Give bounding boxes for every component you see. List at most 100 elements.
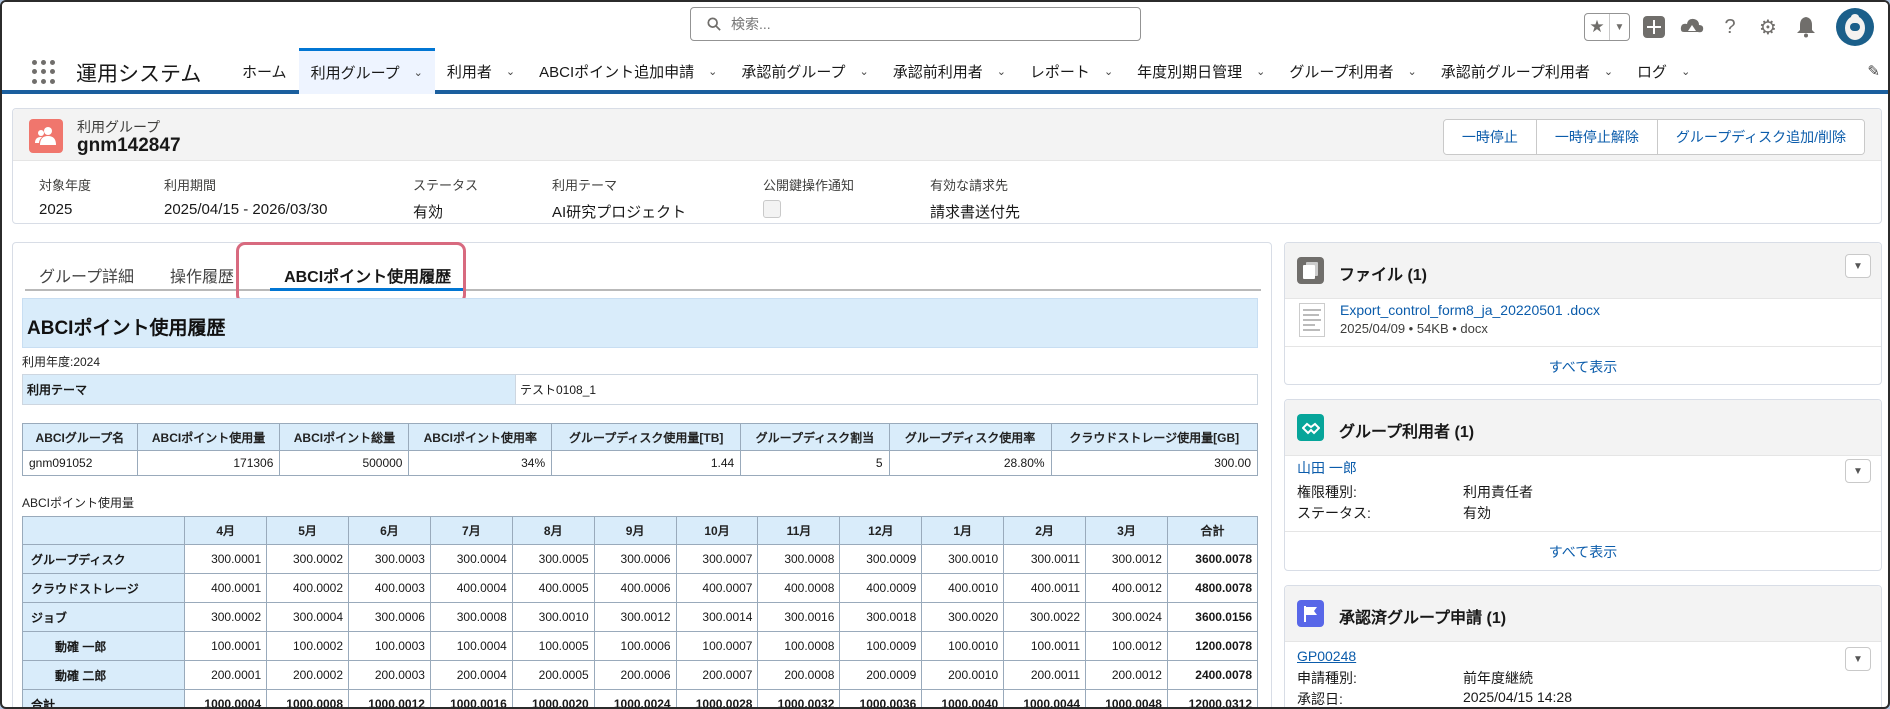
user-avatar[interactable]: [1836, 8, 1874, 46]
month-column-header: 10月: [675, 516, 759, 545]
file-link[interactable]: Export_control_form8_ja_20220501 .docx: [1340, 302, 1600, 318]
abci-point-report: ABCIポイント使用履歴 利用年度:2024 利用テーマ テスト0108_1 A…: [22, 298, 1258, 707]
nav-tab-2[interactable]: 利用者 ⌄: [435, 48, 527, 94]
nav-tab-4[interactable]: 承認前グループ ⌄: [729, 48, 880, 94]
usage-cell: 1000.0028: [675, 689, 759, 707]
month-column-header: 1月: [921, 516, 1005, 545]
summary-cell: 34%: [408, 450, 553, 476]
chevron-down-icon[interactable]: ⌄: [997, 65, 1006, 78]
chevron-down-icon[interactable]: ⌄: [1681, 65, 1690, 78]
tab-group-details[interactable]: グループ詳細: [25, 257, 148, 291]
field-billing-address: 有効な請求先 請求書送付先: [930, 178, 1021, 221]
usage-cell: 100.0009: [839, 631, 923, 661]
approval-date-label: 承認日:: [1297, 691, 1343, 707]
abci-monthly-usage-table: 4月 5月 6月 7月 8月 9月 10月 11月 12月 1月 2月 3月 合計 グループディスク 30…: [22, 516, 1258, 707]
trailhead-cloud-icon[interactable]: [1678, 13, 1706, 41]
tab-operation-history[interactable]: 操作履歴: [156, 257, 248, 291]
flag-icon: [1297, 600, 1324, 627]
chevron-down-icon[interactable]: ⌄: [708, 65, 717, 78]
usage-cell: 1000.0036: [839, 689, 923, 707]
summary-column-header: グループディスク使用率: [888, 423, 1052, 451]
nav-tab-1[interactable]: 利用グループ ⌄: [298, 48, 435, 94]
group-user-status-value: 有効: [1463, 505, 1491, 521]
nav-tab-list: ホーム 利用グループ ⌄ 利用者 ⌄ ABCIポイント追加申請 ⌄ 承認前グループ ⌄ 承認前利用…: [230, 48, 1702, 94]
astro-avatar-icon: [1845, 14, 1865, 40]
usage-cell: 300.0006: [593, 544, 677, 574]
month-column-header: 11月: [757, 516, 841, 545]
usage-cell: 100.0011: [1003, 631, 1087, 661]
setup-gear-icon[interactable]: ⚙: [1754, 13, 1782, 41]
group-users-view-all-link[interactable]: すべて表示: [1285, 531, 1881, 569]
usage-cell: 100.0010: [921, 631, 1005, 661]
summary-cell: 28.80%: [888, 450, 1052, 476]
resume-button[interactable]: 一時停止解除: [1535, 120, 1657, 154]
usage-cell: 300.0014: [675, 602, 759, 632]
approved-request-id-link[interactable]: GP00248: [1297, 648, 1356, 664]
chevron-down-icon[interactable]: ⌄: [506, 65, 515, 78]
approved-card-title: 承認済グループ申請 (1): [1339, 610, 1507, 627]
notification-bell-icon[interactable]: [1792, 13, 1820, 41]
nav-tab-5[interactable]: 承認前利用者 ⌄: [881, 48, 1018, 94]
approval-date-value: 2025/04/15 14:28: [1463, 689, 1572, 705]
usage-row: ジョブ 300.0002 300.0004 300.0006 300.0008 300.0…: [22, 602, 1258, 632]
usage-cell: 300.0008: [757, 544, 841, 574]
usage-cell: 200.0009: [839, 660, 923, 690]
usage-cell: 1000.0040: [921, 689, 1005, 707]
usage-cell: 400.0002: [266, 573, 350, 603]
usage-cell: 200.0008: [757, 660, 841, 690]
chevron-down-icon[interactable]: ⌄: [1408, 65, 1417, 78]
global-search[interactable]: [690, 7, 1141, 41]
plus-icon[interactable]: [1640, 13, 1668, 41]
group-disk-add-remove-button[interactable]: グループディスク追加/削除: [1656, 120, 1864, 154]
month-column-header: 5月: [266, 516, 350, 545]
abci-summary-table: ABCIグループ名 ABCIポイント使用量 ABCIポイント総量 ABCIポイント使用…: [22, 423, 1258, 476]
chevron-down-icon[interactable]: ⌄: [414, 66, 423, 79]
usage-table-caption: ABCIポイント使用量: [22, 496, 135, 510]
usage-cell: 1000.0004: [184, 689, 268, 707]
month-column-header: 12月: [839, 516, 923, 545]
record-action-buttons: 一時停止 一時停止解除 グループディスク追加/削除: [1442, 119, 1865, 155]
usage-cell: 300.0005: [511, 544, 595, 574]
chevron-down-icon[interactable]: ⌄: [1604, 65, 1613, 78]
group-user-row-menu-button[interactable]: ▼: [1845, 459, 1871, 483]
files-card-menu-button[interactable]: ▼: [1845, 254, 1871, 278]
nav-tab-6[interactable]: レポート ⌄: [1018, 48, 1125, 94]
usage-cell: 100.0012: [1085, 631, 1168, 661]
usage-theme-label: 利用テーマ: [22, 374, 516, 405]
usage-cell: 300.0020: [921, 602, 1005, 632]
suspend-button[interactable]: 一時停止: [1443, 120, 1536, 154]
nav-tab-8[interactable]: グループ利用者 ⌄: [1277, 48, 1428, 94]
favorites-button-group[interactable]: ★ ▼: [1584, 13, 1630, 41]
usage-cell: 1000.0008: [266, 689, 350, 707]
app-launcher-icon[interactable]: [32, 60, 56, 84]
star-icon[interactable]: ★: [1585, 14, 1609, 40]
nav-tab-3[interactable]: ABCIポイント追加申請 ⌄: [527, 48, 729, 94]
chevron-down-icon[interactable]: ⌄: [1256, 65, 1265, 78]
nav-tab-10[interactable]: ログ ⌄: [1625, 48, 1702, 94]
file-meta: 2025/04/09 • 54KB • docx: [1340, 321, 1488, 336]
group-object-icon: [29, 119, 63, 153]
nav-tab-9[interactable]: 承認前グループ利用者 ⌄: [1429, 48, 1625, 94]
row-indent: [22, 631, 45, 661]
edit-nav-pencil-icon[interactable]: ✎: [1867, 62, 1880, 80]
nav-tab-7[interactable]: 年度別期日管理 ⌄: [1125, 48, 1277, 94]
search-input[interactable]: [731, 16, 1111, 32]
tab-abci-point-history[interactable]: ABCIポイント使用履歴: [270, 257, 466, 291]
chevron-down-icon[interactable]: ⌄: [1104, 65, 1113, 78]
group-user-name-link[interactable]: 山田 一郎: [1297, 458, 1357, 478]
chevron-down-icon[interactable]: ▼: [1609, 14, 1629, 40]
chevron-down-icon[interactable]: ⌄: [859, 65, 868, 78]
header-utility-icons: ★ ▼ ? ⚙: [1584, 8, 1874, 46]
request-type-label: 申請種別:: [1297, 670, 1357, 686]
files-view-all-link[interactable]: すべて表示: [1285, 346, 1881, 384]
nav-tab-0[interactable]: ホーム: [230, 48, 299, 94]
usage-cell: 3600.0078: [1166, 544, 1258, 574]
usage-cell: 400.0003: [348, 573, 431, 603]
usage-cell: 200.0010: [921, 660, 1005, 690]
usage-cell: 300.0004: [429, 544, 513, 574]
usage-cell: 400.0012: [1085, 573, 1168, 603]
usage-cell: 100.0008: [757, 631, 841, 661]
usage-cell: 300.0008: [429, 602, 513, 632]
help-icon[interactable]: ?: [1716, 13, 1744, 41]
approved-request-row-menu-button[interactable]: ▼: [1845, 647, 1871, 671]
